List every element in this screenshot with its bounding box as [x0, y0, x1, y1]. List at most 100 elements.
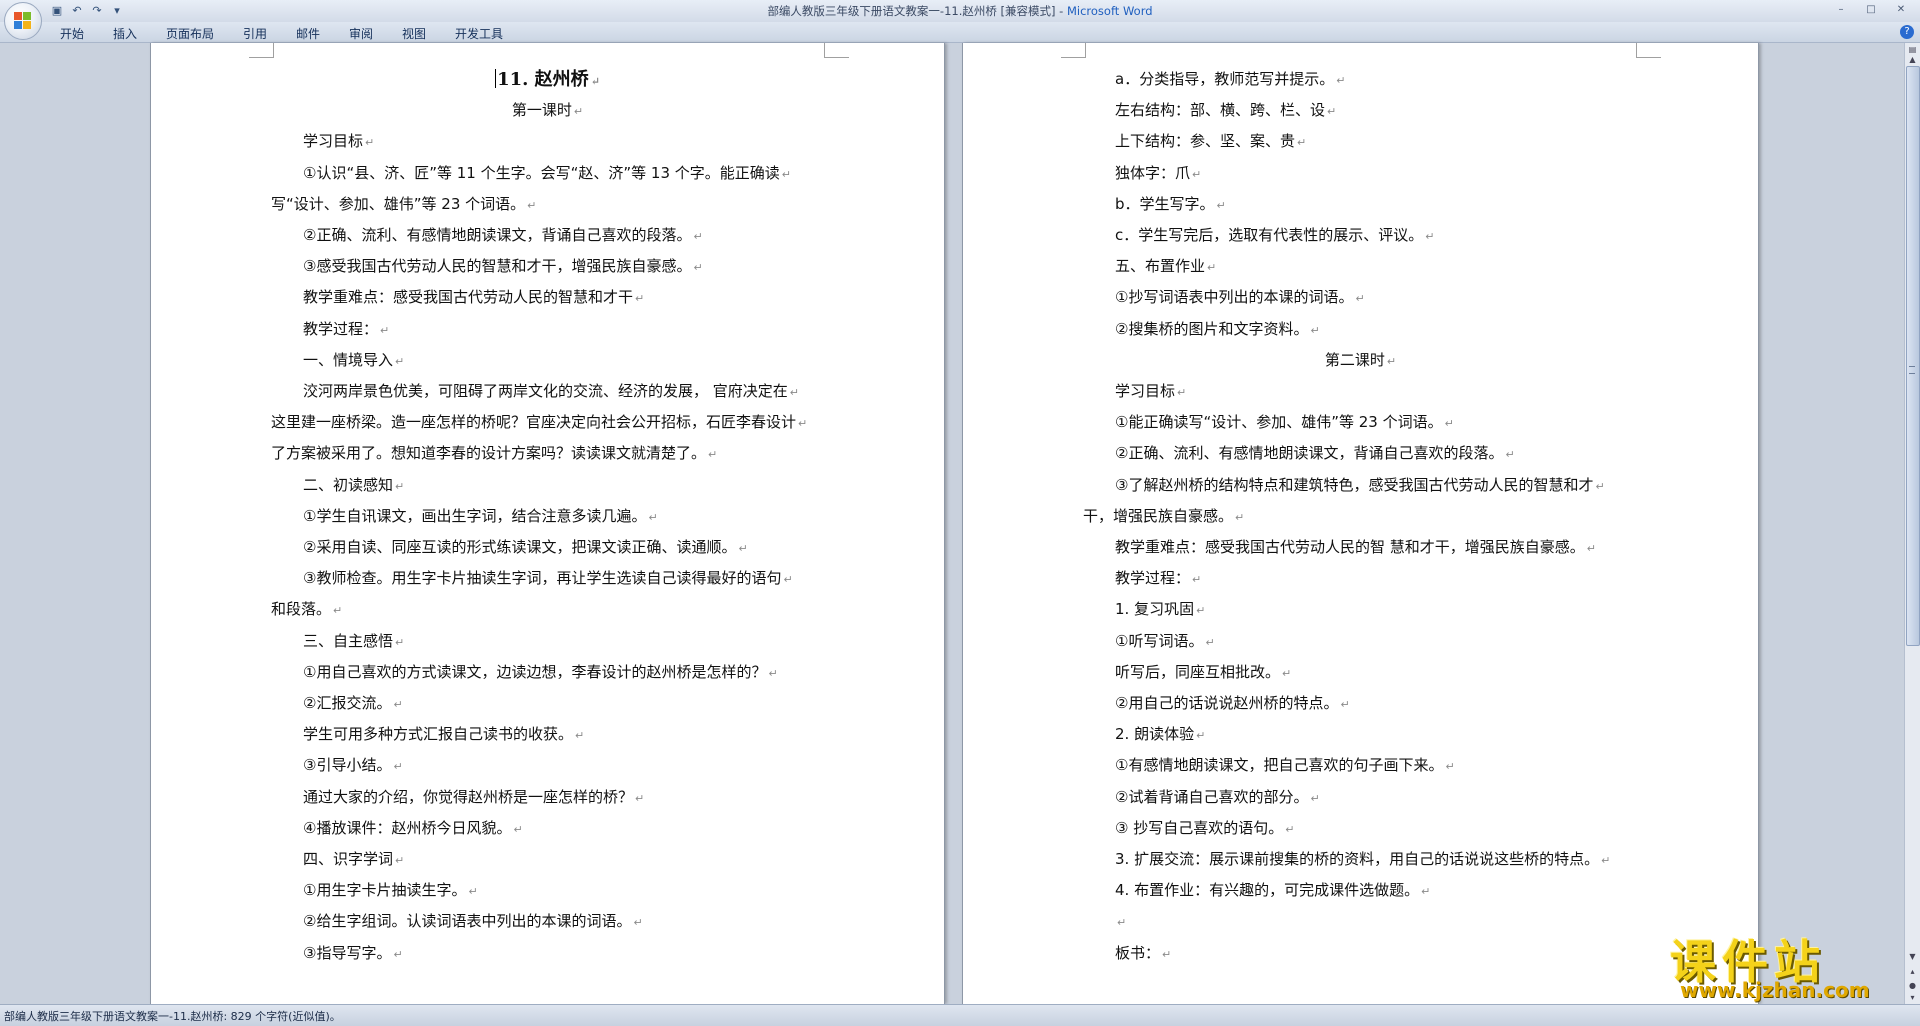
line-text: 左右结构：部、横、跨、栏、设	[1115, 101, 1326, 120]
paragraph-mark-icon: ↵	[708, 448, 718, 462]
text-line: 了方案被采用了。想知道李春的设计方案吗？读读课文就清楚了。 ↵	[271, 443, 717, 465]
title-separator: -	[1055, 4, 1067, 18]
paragraph-mark-icon: ↵	[575, 729, 585, 743]
text-line: ③ 抄写自己喜欢的语句。 ↵	[1115, 818, 1294, 840]
paragraph-mark-icon: ↵	[1505, 448, 1515, 462]
line-text: ③指导写字。	[303, 943, 392, 962]
line-text: ②试着背诵自己喜欢的部分。	[1115, 787, 1309, 806]
text-line: ↵	[1115, 911, 1126, 933]
line-text: ①有感情地朗读课文，把自己喜欢的句子画下来。	[1115, 756, 1444, 775]
text-line: 4. 布置作业：有兴趣的，可完成课件选做题。 ↵	[1115, 880, 1430, 902]
tab-insert[interactable]: 插入	[113, 25, 137, 42]
line-text: 教学过程：	[1115, 569, 1191, 588]
line-text: a．分类指导，教师范写并提示。	[1115, 70, 1335, 88]
line-text: 学习目标	[303, 132, 364, 151]
paragraph-mark-icon: ↵	[395, 854, 405, 867]
line-text: 了方案被采用了。想知道李春的设计方案吗？读读课文就清楚了。	[271, 444, 707, 463]
text-line: ②用自己的话说说赵州桥的特点。 ↵	[1115, 693, 1350, 715]
text-line: 这里建一座桥梁。造一座怎样的桥呢？官座决定向社会公开招标，石匠李春设计 ↵	[271, 412, 807, 434]
text-line: 和段落。 ↵	[271, 599, 342, 621]
text-line: 教学过程： ↵	[1115, 568, 1201, 590]
help-icon[interactable]: ?	[1900, 25, 1914, 39]
paragraph-mark-icon: ↵	[1425, 230, 1435, 243]
text-line: 教学重难点：感受我国古代劳动人民的智 慧和才干，增强民族自豪感。 ↵	[1115, 537, 1596, 559]
line-text: 3. 扩展交流：展示课前搜集的桥的资料，用自己的话说说这些桥的特点。	[1115, 850, 1600, 868]
paragraph-mark-icon: ↵	[395, 354, 405, 368]
line-text: ③引导小结。	[303, 756, 392, 775]
paragraph-mark-icon: ↵	[1601, 854, 1611, 867]
paragraph-mark-icon: ↵	[1444, 417, 1454, 431]
text-line: 上下结构：参、坚、案、贵 ↵	[1115, 131, 1306, 153]
text-line: ①抄写词语表中列出的本课的词语。 ↵	[1115, 287, 1365, 309]
document-title-line: 11. 赵州桥 ↵	[151, 69, 944, 92]
line-text: ①用生字卡片抽读生字。	[303, 881, 467, 900]
paragraph-mark-icon: ↵	[1421, 885, 1431, 899]
paragraph-mark-icon: ↵	[783, 573, 793, 587]
app-name: Microsoft Word	[1066, 4, 1153, 18]
text-line: ③感受我国古代劳动人民的智慧和才干，增强民族自豪感。 ↵	[303, 256, 703, 278]
document-page-right[interactable]: a．分类指导，教师范写并提示。 ↵ 左右结构：部、横、跨、栏、设 ↵ 上下结构：参、坚、…	[962, 43, 1759, 1004]
text-line: ②采用自读、同座互读的形式练读课文，把课文读正确、读通顺。 ↵	[303, 537, 748, 559]
scroll-grip-icon	[1909, 366, 1915, 374]
text-line: ①有感情地朗读课文，把自己喜欢的句子画下来。 ↵	[1115, 755, 1455, 777]
office-button[interactable]	[4, 2, 42, 40]
text-line: ①用生字卡片抽读生字。 ↵	[303, 880, 478, 902]
paragraph-mark-icon: ↵	[1327, 105, 1337, 119]
minimize-button[interactable]: –	[1828, 2, 1854, 17]
paragraph-mark-icon: ↵	[395, 479, 405, 493]
paragraph-mark-icon: ↵	[1192, 167, 1202, 181]
maximize-button[interactable]: □	[1858, 2, 1884, 17]
close-button[interactable]: ✕	[1888, 2, 1914, 17]
line-text: ①能正确读写“设计、参加、雄伟”等 23 个词语。	[1115, 413, 1443, 432]
scroll-down-icon[interactable]: ▼	[1906, 950, 1919, 964]
line-text: ②正确、流利、有感情地朗读课文，背诵自己喜欢的段落。	[1115, 444, 1504, 463]
tab-home[interactable]: 开始	[60, 25, 84, 42]
line-text: 第一课时	[511, 101, 572, 120]
line-text: ②正确、流利、有感情地朗读课文，背诵自己喜欢的段落。	[303, 226, 692, 244]
tab-developer[interactable]: 开发工具	[455, 25, 503, 42]
paragraph-mark-icon: ↵	[468, 885, 478, 899]
line-text: 五、布置作业	[1115, 257, 1206, 276]
line-text: 和段落。	[271, 600, 332, 619]
text-line: 第一课时 ↵	[151, 100, 944, 122]
tab-view[interactable]: 视图	[402, 25, 426, 42]
paragraph-mark-icon: ↵	[1285, 822, 1295, 836]
line-text: b．学生写字。	[1115, 194, 1215, 213]
paragraph-mark-icon: ↵	[1310, 791, 1320, 805]
line-text: 1. 复习巩固	[1115, 600, 1195, 619]
paragraph-mark-icon: ↵	[1445, 760, 1455, 774]
tab-page-layout[interactable]: 页面布局	[166, 25, 214, 42]
text-line: ②汇报交流。 ↵	[303, 693, 403, 715]
paragraph-mark-icon: ↵	[393, 698, 403, 711]
line-text: 学生可用多种方式汇报自己读书的收获。	[303, 725, 574, 744]
document-page-left[interactable]: 11. 赵州桥 ↵ 第一课时 ↵ 学习目标 ↵ ①认识“县、济、匠”等 11 个生字。会写“…	[150, 43, 945, 1004]
scroll-thumb[interactable]	[1906, 66, 1920, 646]
tab-references[interactable]: 引用	[243, 25, 267, 42]
paragraph-mark-icon: ↵	[798, 417, 808, 431]
paragraph-mark-icon: ↵	[513, 822, 523, 836]
text-line: ①听写词语。 ↵	[1115, 631, 1215, 653]
line-text: 独体字：爪	[1115, 163, 1191, 182]
text-line: 通过大家的介绍，你觉得赵州桥是一座怎样的桥？ ↵	[303, 787, 644, 809]
tab-review[interactable]: 审阅	[349, 25, 373, 42]
text-line: c．学生写完后，选取有代表性的展示、评议。 ↵	[1115, 225, 1434, 247]
window-controls: – □ ✕	[1828, 2, 1914, 17]
paragraph-mark-icon: ↵	[1386, 354, 1397, 368]
line-text: ③教师检查。用生字卡片抽读生字词，再让学生选读自己读得最好的语句	[303, 569, 782, 588]
paragraph-mark-icon: ↵	[1192, 573, 1202, 587]
next-page-icon[interactable]: ▾	[1906, 991, 1919, 1005]
paragraph-mark-icon: ↵	[1586, 542, 1596, 555]
paragraph-mark-icon: ↵	[789, 386, 799, 399]
paragraph-mark-icon: ↵	[365, 136, 375, 150]
paragraph-mark-icon: ↵	[393, 760, 403, 774]
text-line: 教学重难点：感受我国古代劳动人民的智慧和才干 ↵	[303, 287, 644, 309]
vertical-scrollbar[interactable]: ▤ ▲ ▼ ▴ ● ▾	[1904, 43, 1920, 1004]
paragraph-mark-icon: ↵	[527, 198, 537, 212]
page-text: 11. 赵州桥 ↵ 第一课时 ↵ 学习目标 ↵ ①认识“县、济、匠”等 11 个生字。会写“…	[151, 43, 944, 1004]
previous-page-icon[interactable]: ▴	[1906, 965, 1919, 979]
scroll-up-icon[interactable]: ▲	[1906, 53, 1919, 67]
document-area: 11. 赵州桥 ↵ 第一课时 ↵ 学习目标 ↵ ①认识“县、济、匠”等 11 个生字。会写“…	[0, 43, 1905, 1004]
text-line: 2. 朗读体验 ↵	[1115, 724, 1205, 746]
text-line: 学习目标 ↵	[1115, 381, 1186, 403]
tab-mailings[interactable]: 邮件	[296, 25, 320, 42]
